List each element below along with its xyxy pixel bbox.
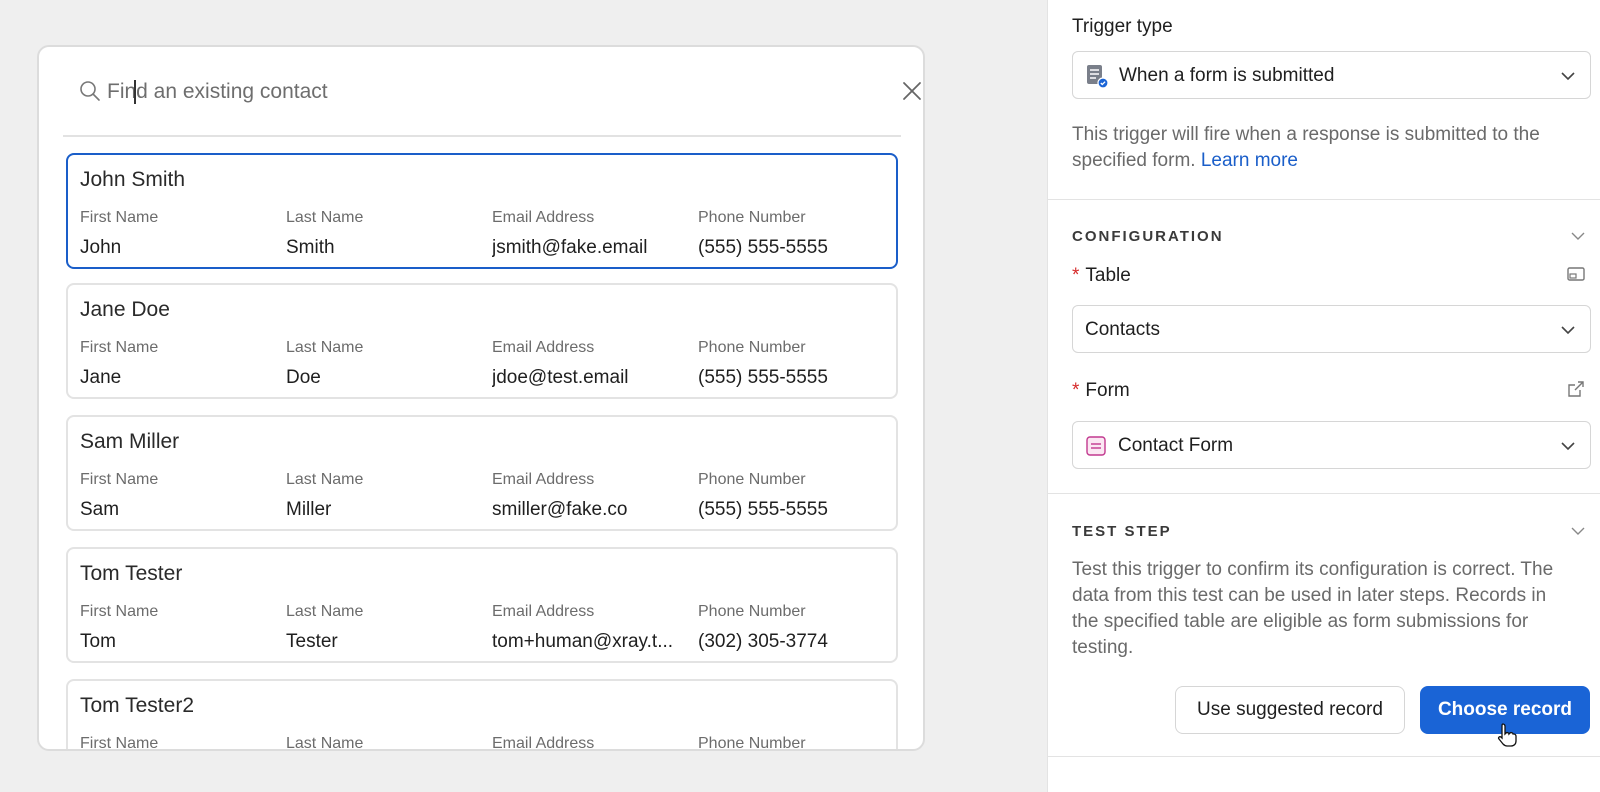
- expand-icon[interactable]: [1566, 264, 1586, 284]
- search-icon: [80, 81, 100, 101]
- trigger-config-panel: Trigger type When a form is submitted Th…: [1047, 0, 1600, 792]
- table-select-value: Contacts: [1085, 319, 1160, 340]
- form-field-label: * Form: [1072, 380, 1130, 402]
- email-value: smiller@fake.co: [492, 499, 628, 520]
- test-step-heading: TEST STEP: [1072, 523, 1172, 540]
- last-name-value: Smith: [286, 237, 335, 258]
- contact-title: Jane Doe: [80, 298, 170, 321]
- phone-label: Phone Number: [698, 339, 806, 356]
- first-name-label: First Name: [80, 339, 159, 356]
- search-input[interactable]: [107, 75, 827, 109]
- last-name-label: Last Name: [286, 735, 364, 751]
- trigger-type-select[interactable]: When a form is submitted: [1072, 51, 1591, 99]
- contact-card[interactable]: John Smith First Name Last Name Email Ad…: [66, 153, 898, 269]
- form-icon: [1086, 436, 1106, 456]
- contact-card[interactable]: Jane Doe First Name Last Name Email Addr…: [66, 283, 898, 399]
- contact-picker-modal: John Smith First Name Last Name Email Ad…: [37, 45, 925, 751]
- trigger-help-body: This trigger will fire when a response i…: [1072, 124, 1540, 171]
- section-divider: [1048, 493, 1600, 494]
- chevron-down-icon[interactable]: [1570, 525, 1586, 537]
- search-bar: [63, 47, 921, 137]
- table-select[interactable]: Contacts: [1072, 305, 1591, 353]
- first-name-value: Tom: [80, 631, 116, 652]
- table-label-text: Table: [1085, 265, 1131, 286]
- required-marker: *: [1072, 380, 1080, 401]
- contact-card[interactable]: Tom Tester2 First Name Last Name Email A…: [66, 679, 898, 751]
- last-name-value: Tester: [286, 631, 338, 652]
- phone-label: Phone Number: [698, 471, 806, 488]
- contact-card[interactable]: Sam Miller First Name Last Name Email Ad…: [66, 415, 898, 531]
- email-value: jsmith@fake.email: [492, 237, 648, 258]
- trigger-type-label: Trigger type: [1072, 16, 1173, 37]
- first-name-value: Sam: [80, 499, 120, 520]
- email-label: Email Address: [492, 339, 595, 356]
- form-select-value: Contact Form: [1118, 435, 1234, 456]
- first-name-value: Jane: [80, 367, 122, 388]
- last-name-label: Last Name: [286, 209, 364, 226]
- contact-title: John Smith: [80, 168, 186, 191]
- chevron-down-icon: [1561, 442, 1575, 451]
- chevron-down-icon: [1561, 72, 1575, 81]
- form-label-text: Form: [1085, 380, 1130, 401]
- phone-value: (555) 555-5555: [698, 499, 828, 520]
- phone-label: Phone Number: [698, 603, 806, 620]
- last-name-label: Last Name: [286, 471, 364, 488]
- form-trigger-icon: [1087, 65, 1109, 89]
- trigger-help-text: This trigger will fire when a response i…: [1072, 122, 1582, 174]
- last-name-label: Last Name: [286, 603, 364, 620]
- contact-title: Tom Tester2: [80, 694, 194, 717]
- trigger-type-value: When a form is submitted: [1119, 65, 1335, 86]
- phone-value: (555) 555-5555: [698, 367, 828, 388]
- email-label: Email Address: [492, 603, 595, 620]
- last-name-value: Miller: [286, 499, 332, 520]
- contact-title: Sam Miller: [80, 430, 180, 453]
- section-divider: [1048, 199, 1600, 200]
- chevron-down-icon: [1561, 326, 1575, 335]
- hand-cursor-icon: [1497, 723, 1517, 747]
- section-divider: [1048, 756, 1600, 757]
- table-field-label: * Table: [1072, 265, 1131, 287]
- first-name-label: First Name: [80, 735, 159, 751]
- phone-label: Phone Number: [698, 209, 806, 226]
- email-value: tom+human@xray.t...: [492, 631, 674, 652]
- phone-value: (555) 555-5555: [698, 237, 828, 258]
- form-select[interactable]: Contact Form: [1072, 421, 1591, 469]
- test-help-text: Test this trigger to confirm its configu…: [1072, 559, 1554, 658]
- email-label: Email Address: [492, 471, 595, 488]
- required-marker: *: [1072, 265, 1080, 286]
- first-name-label: First Name: [80, 209, 159, 226]
- phone-value: (302) 305-3774: [698, 631, 828, 652]
- first-name-value: John: [80, 237, 122, 258]
- use-suggested-record-button[interactable]: Use suggested record: [1175, 686, 1405, 734]
- external-link-icon[interactable]: [1566, 379, 1586, 399]
- last-name-label: Last Name: [286, 339, 364, 356]
- first-name-label: First Name: [80, 603, 159, 620]
- close-icon[interactable]: [901, 80, 923, 102]
- chevron-down-icon[interactable]: [1570, 230, 1586, 242]
- email-label: Email Address: [492, 209, 595, 226]
- learn-more-link[interactable]: Learn more: [1201, 150, 1298, 171]
- first-name-label: First Name: [80, 471, 159, 488]
- configuration-heading: CONFIGURATION: [1072, 228, 1224, 245]
- email-value: jdoe@test.email: [492, 367, 629, 388]
- phone-label: Phone Number: [698, 735, 806, 751]
- text-caret: [134, 80, 136, 104]
- last-name-value: Doe: [286, 367, 321, 388]
- email-label: Email Address: [492, 735, 595, 751]
- contact-card[interactable]: Tom Tester First Name Last Name Email Ad…: [66, 547, 898, 663]
- contact-title: Tom Tester: [80, 562, 183, 585]
